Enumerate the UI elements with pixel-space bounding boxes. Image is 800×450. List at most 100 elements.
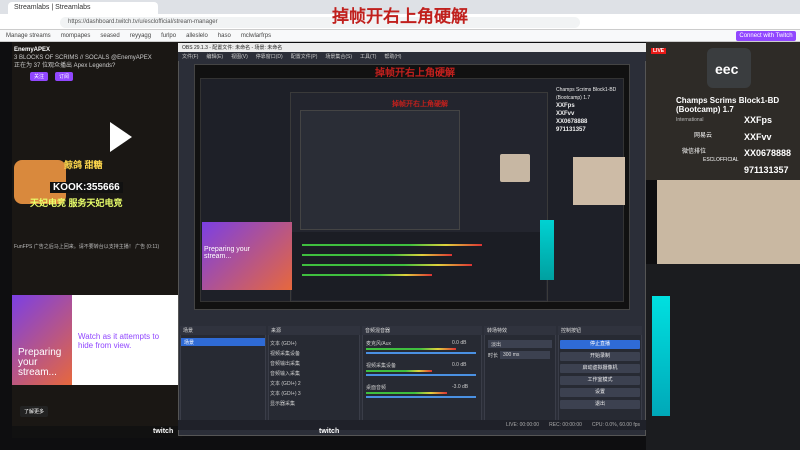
contact-code: XX0678888 <box>744 148 792 158</box>
tab-title: Streamlabs | Streamlabs <box>14 4 91 11</box>
volume-slider[interactable] <box>366 396 476 398</box>
scene-item[interactable]: 场景 <box>181 338 265 346</box>
bookmarks-bar: Manage streams mompapes seased reyyagg f… <box>0 30 800 42</box>
mixer-channel-level: -3.0 dB <box>452 384 469 390</box>
mixer-header: 音频混音器 <box>362 326 482 335</box>
nested-preparing-text: Preparing your stream... <box>204 246 250 260</box>
url-text: https://dashboard.twitch.tv/u/escloffici… <box>68 19 218 25</box>
follow-button[interactable]: 关注 <box>30 72 49 81</box>
volume-slider[interactable] <box>366 374 476 376</box>
duration-field[interactable]: 300 ms <box>500 351 550 359</box>
bookmark[interactable]: mclwlarfrps <box>241 33 271 39</box>
promo-text: 鲸鸽 甜糖 <box>64 160 103 170</box>
rec-status: REC: 00:00:00 <box>549 422 582 428</box>
mixer-channel-name: 桌面音频 <box>366 385 387 391</box>
nested-meter <box>302 264 472 266</box>
sponsor-tag: 微信排位 <box>682 149 707 155</box>
menu-item[interactable]: 配置文件(P) <box>291 53 318 60</box>
right-stream-subtitle: International <box>676 117 704 123</box>
exit-button[interactable]: 退出 <box>560 400 640 409</box>
preview-cyan-strip <box>540 220 554 280</box>
nested-meter <box>302 244 482 246</box>
stream-meta: 正在为 37 位观众播出 Apex Legends? <box>14 63 116 69</box>
menu-item[interactable]: 停靠窗口(D) <box>256 53 283 60</box>
overlay-title: 掉帧开右上角硬解 <box>332 7 468 27</box>
mixer-meter <box>366 370 432 372</box>
bookmark[interactable]: reyyagg <box>130 33 151 39</box>
nested-mixer <box>292 232 546 300</box>
bookmark[interactable]: Manage streams <box>6 33 51 39</box>
transition-select[interactable]: 淡出 <box>488 340 552 348</box>
fvv-label: XXFvv <box>744 132 772 142</box>
scenes-header: 场景 <box>180 326 266 335</box>
start-recording-button[interactable]: 开始录制 <box>560 352 640 361</box>
sponsor-tag: 网易云 <box>694 133 713 139</box>
controls-header: 控制按钮 <box>558 326 642 335</box>
nested-meter <box>302 274 432 276</box>
connect-twitch-button[interactable]: Connect with Twitch <box>736 31 796 41</box>
sources-header: 来源 <box>268 326 360 335</box>
play-icon[interactable] <box>110 122 132 157</box>
studio-mode-button[interactable]: 工作室模式 <box>560 376 640 385</box>
mixer-channel-name: 麦克风/Aux <box>366 341 392 347</box>
source-item[interactable]: 音频输入采集 <box>270 370 300 377</box>
channel-name[interactable]: EnemyAPEX <box>14 46 152 54</box>
menu-item[interactable]: 编辑(E) <box>206 53 223 60</box>
svg-text:eec: eec <box>715 61 739 77</box>
right-stream-title: Champs Scrims Block1-BD (Bootcamp) 1.7 <box>676 96 780 114</box>
obs-status-bar: LIVE: 00:00:00 REC: 00:00:00 CPU: 0.0%, … <box>178 420 646 430</box>
virtual-camera-button[interactable]: 启动虚拟摄像机 <box>560 364 640 373</box>
source-item[interactable]: 显示器采集 <box>270 400 295 407</box>
twitch-logo: twitch <box>153 428 174 435</box>
bookmark[interactable]: mompapes <box>61 33 91 39</box>
nested-overlay-title-2: 掉帧开右上角硬解 <box>392 99 448 108</box>
esc-label: ESCLOFFICIAL <box>703 157 739 163</box>
bookmark[interactable]: seased <box>100 33 119 39</box>
preview-right-info: Champs Scrims Block1-BD (Bootcamp) 1.7 X… <box>556 86 630 134</box>
source-item[interactable]: 文本 (GDI+) 2 <box>270 380 301 387</box>
webcam-feed <box>657 180 800 264</box>
learn-more-button[interactable]: 了解更多 <box>20 406 49 417</box>
mixer-channel-level: 0.0 dB <box>452 340 467 346</box>
settings-button[interactable]: 设置 <box>560 388 640 397</box>
preparing-text: Preparing your stream... <box>18 347 62 378</box>
menu-item[interactable]: 工具(T) <box>360 53 376 60</box>
preview-code: XX0678888 <box>556 119 588 125</box>
duration-label: 时长 <box>488 353 499 359</box>
contact-number: 971131357 <box>744 165 789 175</box>
source-item[interactable]: 视频采集设备 <box>270 350 300 357</box>
nested-overlay-title: 掉帧开右上角硬解 <box>375 68 455 79</box>
promo-subtext: 天妃电竞 服务天妃电竞 <box>30 198 123 208</box>
preview-title: Champs Scrims Block1-BD (Bootcamp) 1.7 <box>556 87 617 101</box>
twitch-logo: twitch <box>319 428 340 435</box>
subscribe-button[interactable]: 订阅 <box>55 72 74 81</box>
watch-text: Watch as it attempts to hide from view. <box>78 332 160 350</box>
mixer-channel-level: 0.0 dB <box>452 362 467 368</box>
source-item[interactable]: 音频输出采集 <box>270 360 300 367</box>
menu-item[interactable]: 文件(F) <box>182 53 198 60</box>
source-item[interactable]: 文本 (GDI+) <box>270 340 297 347</box>
channel-info: EnemyAPEX 3 BLOCKS OF SCRIMS // SOCALS @… <box>14 46 152 70</box>
obs-title-bar: OBS 29.1.3 - 配置文件: 未命名 - 场景: 未命名 <box>178 43 646 52</box>
webcam-preview <box>573 157 625 205</box>
cpu-status: CPU: 0.0%, 60.00 fps <box>591 422 640 428</box>
promo-code: KOOK:355666 <box>50 182 123 193</box>
nested-meter <box>302 254 452 256</box>
fps-label: XXFps <box>744 115 773 125</box>
webcam-thumbnail <box>500 154 530 182</box>
volume-slider[interactable] <box>366 352 476 354</box>
stop-stream-button[interactable]: 停止直播 <box>560 340 640 349</box>
menu-item[interactable]: 视图(V) <box>231 53 248 60</box>
bookmark[interactable]: haso <box>218 33 231 39</box>
bookmark[interactable]: alleslelo <box>186 33 208 39</box>
ad-notice: FunFPS 广告之后马上回来。请不要转台以支持主播！ 广告 (0:11) <box>14 244 160 250</box>
source-item[interactable]: 文本 (GDI+) 3 <box>270 390 301 397</box>
nested-capture-deep <box>300 110 460 230</box>
menu-item[interactable]: 帮助(H) <box>384 53 401 60</box>
browser-tab[interactable]: Streamlabs | Streamlabs <box>8 2 158 14</box>
menu-item[interactable]: 场景集合(S) <box>325 53 352 60</box>
eec-logo: eec <box>707 48 751 88</box>
bookmark[interactable]: furlpo <box>161 33 176 39</box>
obs-menu-bar: 文件(F) 编辑(E) 视图(V) 停靠窗口(D) 配置文件(P) 场景集合(S… <box>178 52 646 61</box>
preview-fps: XXFps <box>556 103 575 109</box>
